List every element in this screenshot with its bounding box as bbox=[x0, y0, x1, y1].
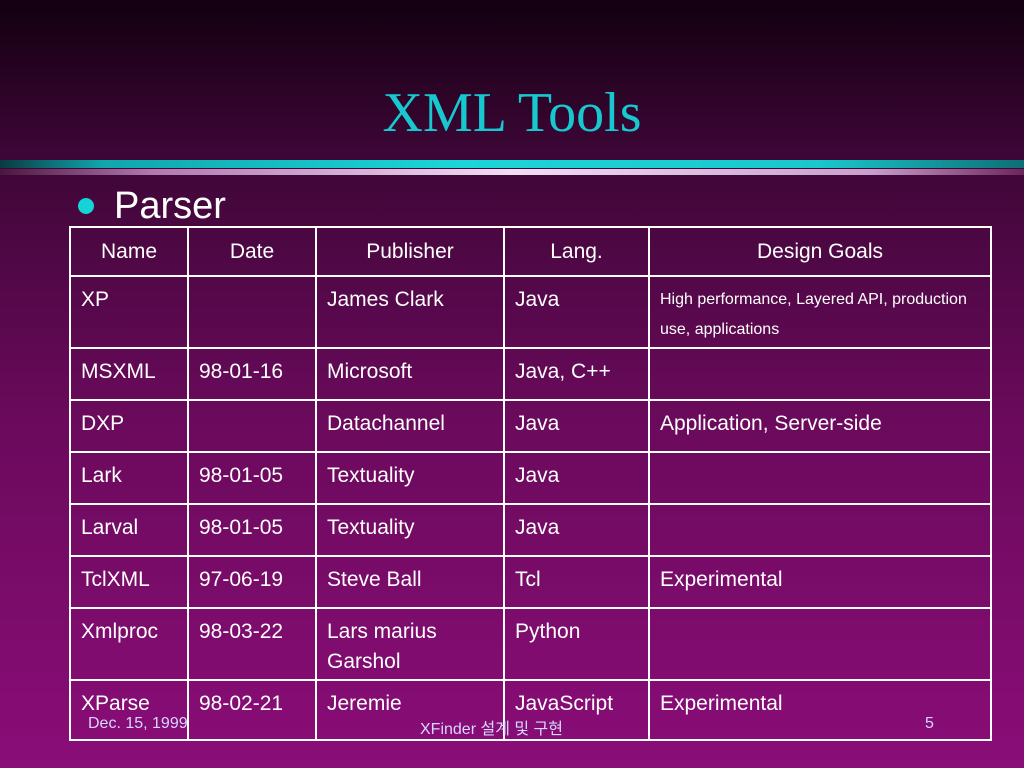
table-row-larval: Larval 98-01-05 Textuality Java bbox=[69, 503, 992, 557]
cell-date bbox=[187, 399, 317, 453]
header-lang: Lang. bbox=[503, 226, 650, 277]
cell-name: XP bbox=[69, 275, 189, 349]
header-name: Name bbox=[69, 226, 189, 277]
table-row-xmlproc: Xmlproc 98-03-22 Lars marius Garshol Pyt… bbox=[69, 607, 992, 681]
cell-date: 98-01-05 bbox=[187, 503, 317, 557]
cell-lang: Java bbox=[503, 399, 650, 453]
footer-date: Dec. 15, 1999 bbox=[88, 715, 188, 732]
cell-name: Xmlproc bbox=[69, 607, 189, 681]
cell-date: 98-03-22 bbox=[187, 607, 317, 681]
header-date: Date bbox=[187, 226, 317, 277]
bullet-icon bbox=[78, 198, 94, 214]
table-row-msxml: MSXML 98-01-16 Microsoft Java, C++ bbox=[69, 347, 992, 401]
cell-publisher: Steve Ball bbox=[315, 555, 505, 609]
cell-name: TclXML bbox=[69, 555, 189, 609]
bullet-row: Parser bbox=[78, 182, 226, 230]
cell-publisher: Microsoft bbox=[315, 347, 505, 401]
cell-design-goals bbox=[648, 347, 992, 401]
cell-lang: Java bbox=[503, 275, 650, 349]
footer: Dec. 15, 1999 XFinder 설계 및 구현 5 bbox=[0, 715, 1024, 739]
slide-title: XML Tools bbox=[382, 82, 642, 144]
title-divider-cyan bbox=[0, 160, 1024, 168]
cell-name: Lark bbox=[69, 451, 189, 505]
cell-design-goals bbox=[648, 451, 992, 505]
cell-design-goals: Experimental bbox=[648, 555, 992, 609]
cell-date: 98-01-16 bbox=[187, 347, 317, 401]
cell-publisher: James Clark bbox=[315, 275, 505, 349]
cell-publisher: Textuality bbox=[315, 451, 505, 505]
table-row-tclxml: TclXML 97-06-19 Steve Ball Tcl Experimen… bbox=[69, 555, 992, 609]
title-divider-pink bbox=[0, 169, 1024, 175]
table-row-xp: XP James Clark Java High performance, La… bbox=[69, 275, 992, 349]
table-header-row: Name Date Publisher Lang. Design Goals bbox=[69, 226, 992, 277]
cell-lang: Java bbox=[503, 451, 650, 505]
table-row-dxp: DXP Datachannel Java Application, Server… bbox=[69, 399, 992, 453]
cell-name: MSXML bbox=[69, 347, 189, 401]
footer-title: XFinder 설계 및 구현 bbox=[420, 721, 563, 738]
cell-lang: Java bbox=[503, 503, 650, 557]
cell-name: Larval bbox=[69, 503, 189, 557]
header-design-goals: Design Goals bbox=[648, 226, 992, 277]
parser-table: Name Date Publisher Lang. Design Goals X… bbox=[69, 226, 992, 741]
cell-design-goals bbox=[648, 607, 992, 681]
cell-publisher: Datachannel bbox=[315, 399, 505, 453]
cell-design-goals: High performance, Layered API, productio… bbox=[648, 275, 992, 349]
cell-publisher: Textuality bbox=[315, 503, 505, 557]
header-publisher: Publisher bbox=[315, 226, 505, 277]
cell-design-goals: Application, Server-side bbox=[648, 399, 992, 453]
cell-design-goals bbox=[648, 503, 992, 557]
cell-lang: Tcl bbox=[503, 555, 650, 609]
cell-date bbox=[187, 275, 317, 349]
cell-publisher: Lars marius Garshol bbox=[315, 607, 505, 681]
cell-name: DXP bbox=[69, 399, 189, 453]
cell-date: 98-01-05 bbox=[187, 451, 317, 505]
cell-lang: Python bbox=[503, 607, 650, 681]
bullet-text: Parser bbox=[114, 185, 226, 227]
cell-lang: Java, C++ bbox=[503, 347, 650, 401]
cell-date: 97-06-19 bbox=[187, 555, 317, 609]
footer-page-number: 5 bbox=[925, 715, 934, 732]
table-row-lark: Lark 98-01-05 Textuality Java bbox=[69, 451, 992, 505]
